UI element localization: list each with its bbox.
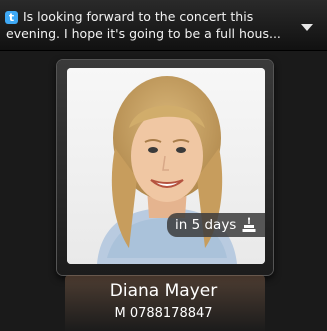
contact-phone[interactable]: M 0788178847 (0, 306, 327, 321)
status-message: Is looking forward to the concert this e… (6, 9, 281, 41)
contact-name[interactable]: Diana Mayer (0, 281, 327, 301)
chevron-down-icon[interactable] (301, 24, 313, 31)
birthday-badge: in 5 days (167, 213, 265, 237)
status-update-bar[interactable]: t Is looking forward to the concert this… (0, 0, 327, 51)
birthday-cake-icon (242, 217, 256, 232)
birthday-countdown: in 5 days (175, 217, 237, 233)
